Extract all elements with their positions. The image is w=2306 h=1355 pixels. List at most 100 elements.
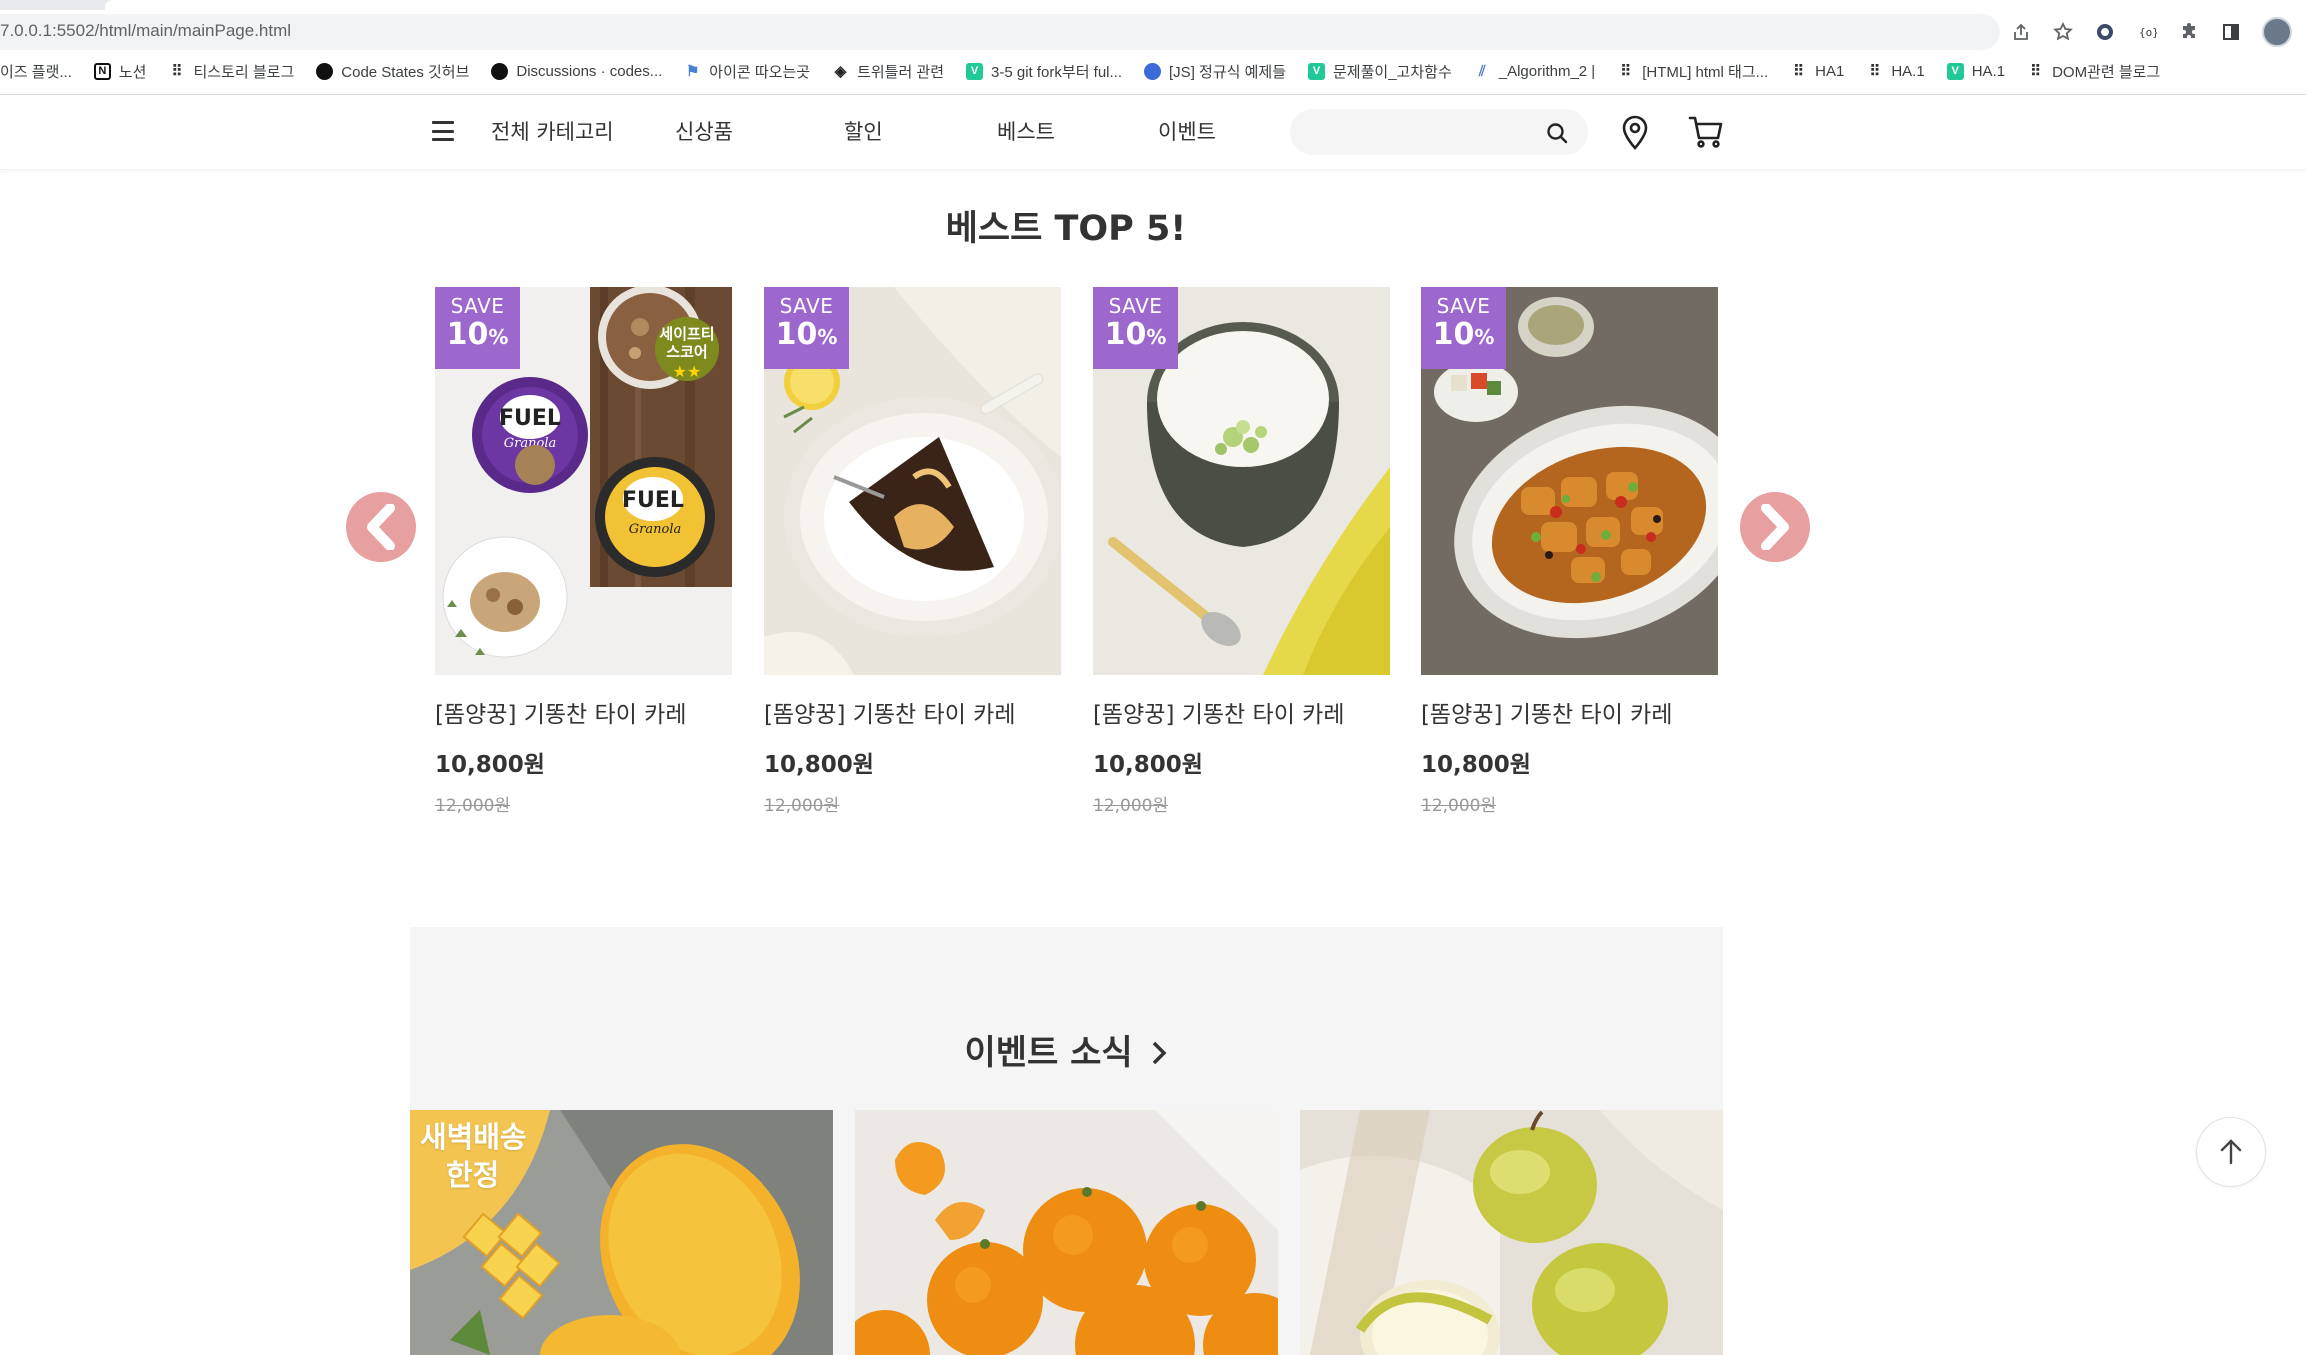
svg-text:FUEL: FUEL bbox=[499, 406, 561, 431]
product-price: 10,800원 bbox=[1093, 752, 1203, 778]
browser-tab-strip bbox=[0, 0, 2306, 10]
bookmark-item[interactable]: Discussions · codes... bbox=[491, 62, 663, 80]
best-section-title: 베스트 TOP 5! bbox=[945, 209, 1187, 249]
share-icon[interactable] bbox=[2010, 21, 2032, 43]
svg-text:★★: ★★ bbox=[673, 362, 702, 381]
bookmark-item[interactable]: ◈ 트위틀러 관련 bbox=[832, 61, 944, 82]
bookmark-item[interactable]: V HA.1 bbox=[1946, 62, 2005, 80]
search-input[interactable] bbox=[1310, 117, 1530, 147]
carousel-prev-button[interactable] bbox=[346, 492, 416, 562]
bookmark-label: 노션 bbox=[118, 63, 147, 81]
nav-all-categories[interactable]: 전체 카테고리 bbox=[491, 116, 614, 146]
url-field[interactable]: 7.0.0.1:5502/html/main/mainPage.html bbox=[0, 14, 2000, 50]
bookmark-item[interactable]: ⠿ 티스토리 블로그 bbox=[168, 61, 294, 82]
tistory-icon: ⠿ bbox=[2030, 63, 2042, 80]
nav-new-products[interactable]: 신상품 bbox=[675, 116, 733, 146]
carousel-next-button[interactable] bbox=[1740, 492, 1810, 562]
event-section: 이벤트 소식 새벽배송 한정 bbox=[410, 927, 1723, 1355]
bookmark-item[interactable]: V 문제풀이_고차함수 bbox=[1308, 61, 1452, 82]
product-image-granola[interactable]: 세이프티 스코어 ★★ FUEL Granola FUEL Granola SA… bbox=[435, 287, 732, 675]
tistory-icon: ⠿ bbox=[1869, 63, 1881, 80]
velog-icon: V bbox=[1308, 62, 1325, 80]
product-price: 10,800원 bbox=[1421, 752, 1531, 778]
bookmark-label: HA.1 bbox=[1891, 62, 1925, 80]
site-header: 전체 카테고리 신상품 할인 베스트 이벤트 bbox=[0, 95, 2306, 170]
save-badge: SAVE 10% bbox=[435, 287, 520, 369]
bookmark-item[interactable]: ⠿ HA.1 bbox=[1866, 62, 1925, 81]
nav-sale[interactable]: 할인 bbox=[844, 116, 883, 146]
stripe-icon: ⫽ bbox=[1478, 62, 1486, 80]
product-image-porridge[interactable]: SAVE 10% bbox=[1093, 287, 1390, 675]
extension-braces-icon[interactable]: {o} bbox=[2136, 21, 2158, 43]
event-card-tangerine[interactable] bbox=[855, 1110, 1278, 1355]
nav-event[interactable]: 이벤트 bbox=[1158, 116, 1216, 146]
bookmark-item[interactable]: ⚑ 아이콘 따오는곳 bbox=[684, 61, 810, 82]
product-card[interactable]: SAVE 10% [똠양꿍] 기똥찬 타이 카레 10,800원 12,000원 bbox=[1421, 287, 1718, 816]
bookmark-item[interactable]: ⫽ _Algorithm_2 | bbox=[1474, 63, 1595, 80]
save-badge: SAVE 10% bbox=[764, 287, 849, 369]
scroll-to-top-button[interactable] bbox=[2196, 1117, 2266, 1187]
github-icon bbox=[316, 62, 334, 80]
bookmark-item[interactable]: ⠿ [HTML] html 태그... bbox=[1617, 61, 1768, 82]
nav-best[interactable]: 베스트 bbox=[997, 116, 1055, 146]
product-original-price: 12,000원 bbox=[435, 796, 511, 816]
product-image-chocolate-cake[interactable]: SAVE 10% bbox=[764, 287, 1061, 675]
bookmark-label: Discussions · codes... bbox=[516, 62, 663, 80]
bookmark-item[interactable]: [JS] 정규식 예제들 bbox=[1144, 61, 1286, 82]
location-pin-icon[interactable] bbox=[1618, 113, 1652, 151]
notion-icon: N bbox=[93, 62, 111, 80]
search-icon[interactable] bbox=[1544, 120, 1570, 146]
product-image-sweet-sour-pork[interactable]: SAVE 10% bbox=[1421, 287, 1718, 675]
product-price: 10,800원 bbox=[435, 752, 545, 778]
hamburger-menu-icon[interactable] bbox=[432, 121, 454, 141]
product-name[interactable]: [똠양꿍] 기똥찬 타이 카레 bbox=[435, 695, 732, 729]
cube-icon: ◈ bbox=[834, 63, 847, 80]
product-original-price: 12,000원 bbox=[1093, 796, 1169, 816]
event-badge: 새벽배송 한정 bbox=[420, 1120, 527, 1192]
velog-icon: V bbox=[966, 62, 984, 80]
product-original-price: 12,000원 bbox=[764, 796, 840, 816]
bookmark-item[interactable]: N 노션 bbox=[93, 61, 147, 82]
bookmark-item[interactable]: ⠿ HA1 bbox=[1790, 62, 1845, 81]
puzzle-icon[interactable] bbox=[2178, 21, 2200, 43]
svg-text:세이프티: 세이프티 bbox=[659, 325, 714, 343]
event-card-mango[interactable]: 새벽배송 한정 bbox=[410, 1110, 833, 1355]
bookmark-label: 티스토리 블로그 bbox=[193, 63, 295, 81]
product-card[interactable]: SAVE 10% [똠양꿍] 기똥찬 타이 카레 10,800원 12,000원 bbox=[764, 287, 1061, 816]
svg-text:Granola: Granola bbox=[629, 522, 681, 537]
velog-icon: V bbox=[1946, 62, 1964, 80]
active-tab[interactable] bbox=[105, 0, 2306, 10]
bookmark-item[interactable]: ⠿ DOM관련 블로그 bbox=[2027, 61, 2160, 82]
bookmark-label: [JS] 정규식 예제들 bbox=[1169, 63, 1286, 81]
event-section-title[interactable]: 이벤트 소식 bbox=[410, 1025, 1723, 1075]
bookmark-item[interactable]: Code States 깃허브 bbox=[316, 61, 469, 82]
save-badge: SAVE 10% bbox=[1093, 287, 1178, 369]
star-icon[interactable] bbox=[2052, 21, 2074, 43]
bookmark-label: HA1 bbox=[1815, 62, 1845, 80]
product-card[interactable]: 세이프티 스코어 ★★ FUEL Granola FUEL Granola SA… bbox=[435, 287, 732, 816]
url-text[interactable]: 7.0.0.1:5502/html/main/mainPage.html bbox=[0, 21, 291, 41]
svg-text:스코어: 스코어 bbox=[666, 343, 707, 361]
svg-text:FUEL: FUEL bbox=[622, 488, 684, 513]
product-name[interactable]: [똠양꿍] 기똥찬 타이 카레 bbox=[1421, 695, 1718, 729]
bookmark-label: 3-5 git fork부터 ful... bbox=[991, 63, 1123, 81]
profile-avatar[interactable] bbox=[2262, 17, 2292, 47]
bookmark-label: _Algorithm_2 | bbox=[1498, 62, 1596, 80]
product-card[interactable]: SAVE 10% [똠양꿍] 기똥찬 타이 카레 10,800원 12,000원 bbox=[1093, 287, 1390, 816]
bookmark-item[interactable]: 이즈 플랫... bbox=[0, 61, 72, 82]
bookmark-label: 아이콘 따오는곳 bbox=[709, 63, 811, 81]
product-name[interactable]: [똠양꿍] 기똥찬 타이 카레 bbox=[764, 695, 1061, 729]
product-name[interactable]: [똠양꿍] 기똥찬 타이 카레 bbox=[1093, 695, 1390, 729]
save-badge: SAVE 10% bbox=[1421, 287, 1506, 369]
extension-circle-icon[interactable] bbox=[2094, 21, 2116, 43]
address-bar: 7.0.0.1:5502/html/main/mainPage.html {o} bbox=[0, 14, 2306, 50]
bookmark-label: Code States 깃허브 bbox=[341, 63, 470, 81]
bookmark-label: 이즈 플랫... bbox=[0, 63, 72, 81]
event-card-apple[interactable] bbox=[1300, 1110, 1723, 1355]
side-panel-icon[interactable] bbox=[2220, 21, 2242, 43]
tistory-icon: ⠿ bbox=[1620, 63, 1632, 80]
github-icon bbox=[491, 62, 509, 80]
bookmark-item[interactable]: V 3-5 git fork부터 ful... bbox=[966, 61, 1122, 82]
bookmark-label: 문제풀이_고차함수 bbox=[1333, 63, 1452, 81]
shopping-cart-icon[interactable] bbox=[1686, 113, 1726, 151]
